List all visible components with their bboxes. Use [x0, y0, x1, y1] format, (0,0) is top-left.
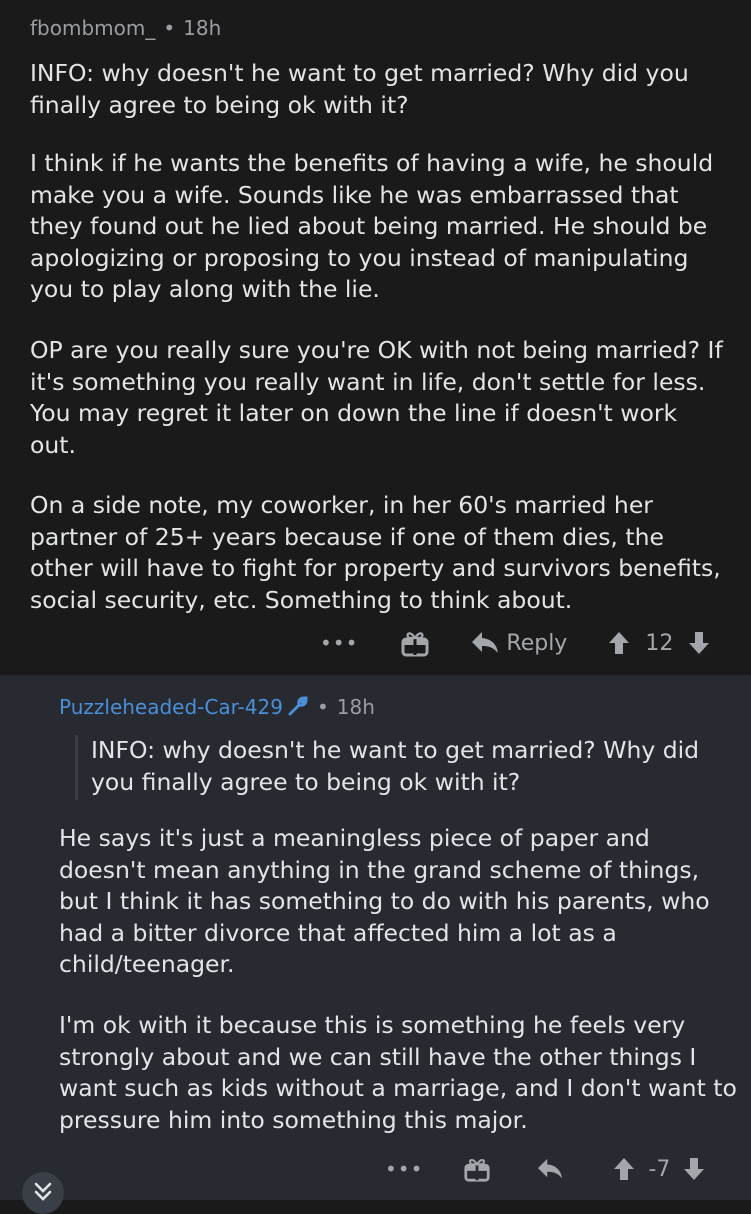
collapse-thread-button[interactable]	[22, 1172, 64, 1214]
award-gift-icon	[401, 632, 429, 657]
vote-score: -7	[648, 1156, 671, 1182]
quote-text: INFO: why doesn't he want to get married…	[91, 736, 700, 796]
reply-comment-actions: ••• -7	[385, 1155, 706, 1183]
reply-button[interactable]: Reply	[470, 630, 567, 656]
upvote-arrow-icon[interactable]	[607, 630, 631, 656]
comment-paragraph: I think if he wants the benefits of havi…	[30, 149, 714, 303]
award-button[interactable]	[400, 628, 430, 658]
username[interactable]: Puzzleheaded-Car-429	[59, 695, 283, 719]
timestamp: 18h	[183, 16, 222, 40]
upvote-arrow-icon[interactable]	[612, 1156, 636, 1182]
vote-controls: -7	[612, 1156, 706, 1182]
more-icon: •••	[385, 1157, 424, 1181]
comment-meta: Puzzleheaded-Car-429 • 18h	[59, 695, 375, 719]
meta-separator: •	[163, 16, 176, 40]
downvote-arrow-icon[interactable]	[687, 630, 711, 656]
comment-paragraph: OP are you really sure you're OK with no…	[30, 336, 723, 459]
more-options-button[interactable]: •••	[320, 631, 358, 655]
award-button[interactable]	[463, 1155, 491, 1183]
quoted-text-block: INFO: why doesn't he want to get married…	[75, 735, 718, 800]
parent-comment: fbombmom_ • 18h INFO: why doesn't he want …	[0, 0, 751, 675]
comment-paragraph: He says it's just a meaningless piece of…	[59, 824, 710, 978]
vote-score: 12	[645, 630, 674, 656]
timestamp: 18h	[336, 695, 375, 719]
reply-arrow-icon	[538, 1158, 563, 1179]
meta-separator: •	[316, 695, 329, 719]
vote-controls: 12	[607, 630, 711, 656]
award-gift-icon	[464, 1159, 490, 1182]
comment-paragraph: On a side note, my coworker, in her 60's…	[30, 491, 721, 614]
wrench-icon	[288, 696, 308, 716]
reply-button[interactable]	[536, 1157, 564, 1181]
comment-meta: fbombmom_ • 18h	[30, 16, 221, 40]
reply-comment: Puzzleheaded-Car-429 • 18h INFO: why does…	[0, 675, 751, 1200]
comment-actions: ••• Reply 12	[320, 628, 711, 658]
more-icon: •••	[320, 631, 359, 655]
comment-paragraph: INFO: why doesn't he want to get married…	[30, 59, 689, 119]
more-options-button[interactable]: •••	[385, 1157, 423, 1181]
comment-paragraph: I'm ok with it because this is something…	[59, 1011, 737, 1134]
reply-label: Reply	[506, 630, 568, 656]
username[interactable]: fbombmom_	[30, 16, 155, 40]
chevron-double-down-icon	[34, 1182, 52, 1201]
downvote-arrow-icon[interactable]	[682, 1156, 706, 1182]
reply-arrow-icon	[472, 632, 499, 653]
